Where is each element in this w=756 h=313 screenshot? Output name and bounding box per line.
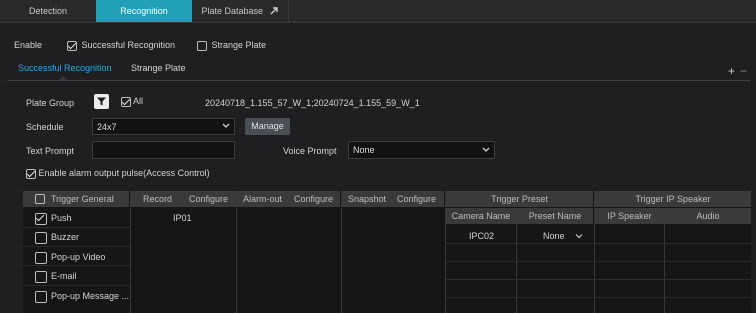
alarm-out-header: Alarm-out Configure — [237, 191, 340, 207]
tab-plate-database-label: Plate Database — [201, 6, 264, 16]
external-link-icon — [270, 1, 279, 15]
audio-header: Audio — [665, 208, 751, 224]
manage-button[interactable]: Manage — [245, 118, 290, 135]
schedule-select[interactable]: 24x7 — [92, 118, 235, 135]
filter-icon[interactable] — [94, 94, 109, 109]
checkbox-icon — [67, 40, 77, 51]
preset-name-select[interactable]: None — [543, 231, 583, 242]
schedule-label: Schedule — [26, 122, 64, 132]
row-divider — [23, 227, 130, 228]
record-header: Record Configure — [131, 191, 236, 207]
preset-name-value: None — [543, 231, 565, 241]
text-prompt-label: Text Prompt — [26, 146, 75, 156]
all-checkbox[interactable]: All — [121, 96, 143, 107]
checkbox-icon — [35, 271, 47, 283]
strange-plate-checkbox[interactable]: Strange Plate — [197, 40, 266, 51]
plate-group-label: Plate Group — [26, 98, 75, 108]
remove-button[interactable]: − — [740, 64, 747, 78]
all-label: All — [133, 96, 144, 106]
trigger-general-item-label: Pop-up Message ... — [51, 291, 130, 302]
trigger-general-item-label: E-mail — [51, 271, 77, 282]
chevron-down-icon — [222, 119, 230, 138]
successful-recognition-label: Successful Recognition — [81, 40, 176, 50]
checkbox-icon — [197, 40, 207, 51]
alarm-pulse-checkbox[interactable]: Enable alarm output pulse(Access Control… — [26, 168, 210, 179]
successful-recognition-checkbox[interactable]: Successful Recognition — [67, 40, 175, 51]
checkbox-icon — [26, 168, 36, 179]
record-configure-link[interactable]: Configure — [189, 194, 228, 204]
preset-name-header: Preset Name — [517, 208, 593, 224]
voice-prompt-select[interactable]: None — [348, 141, 495, 159]
row-divider — [446, 243, 751, 244]
trigger-general-header: Trigger General — [23, 191, 129, 207]
row-divider — [446, 261, 751, 262]
ip-speaker-header: IP Speaker — [595, 208, 664, 224]
trigger-ip-speaker-header: Trigger IP Speaker — [595, 191, 751, 207]
trigger-preset-header: Trigger Preset — [446, 191, 593, 207]
subtab-divider — [7, 80, 750, 81]
text-prompt-input[interactable] — [92, 141, 235, 159]
trigger-general-label: Trigger General — [51, 194, 114, 204]
column-divider — [130, 191, 131, 313]
chevron-down-icon — [575, 232, 583, 242]
plate-groups-value: 20240718_1.155_57_W_1;20240724_1.155_59_… — [205, 98, 420, 108]
checkbox-icon — [35, 291, 47, 303]
chevron-down-icon — [482, 143, 490, 162]
column-divider — [445, 191, 446, 313]
preset-camera-name: IPC02 — [469, 231, 495, 241]
record-label: Record — [143, 194, 173, 204]
row-divider — [23, 265, 130, 266]
strange-plate-label: Strange Plate — [211, 40, 267, 50]
alarm-pulse-label: Enable alarm output pulse(Access Control… — [38, 168, 210, 178]
subtab-strange-plate[interactable]: Strange Plate — [131, 63, 186, 73]
subtab-successful-recognition[interactable]: Successful Recognition — [18, 63, 112, 73]
trigger-general-item[interactable]: Pop-up Video — [35, 252, 105, 264]
trigger-general-item-label: Pop-up Video — [51, 252, 106, 263]
tab-recognition[interactable]: Recognition — [96, 0, 192, 22]
trigger-general-item-label: Buzzer — [51, 232, 80, 243]
checkbox-icon — [121, 96, 131, 107]
trigger-general-item[interactable]: Buzzer — [35, 232, 79, 244]
column-divider — [341, 191, 342, 313]
tab-recognition-label: Recognition — [120, 6, 168, 16]
camera-name-header: Camera Name — [446, 208, 516, 224]
trigger-general-item[interactable]: Pop-up Message ... — [35, 291, 129, 303]
tab-detection[interactable]: Detection — [0, 0, 97, 22]
tab-detection-label: Detection — [28, 6, 68, 16]
column-divider — [236, 191, 237, 313]
voice-prompt-label: Voice Prompt — [283, 146, 337, 156]
trigger-general-item-label: Push — [51, 213, 72, 224]
schedule-value: 24x7 — [97, 122, 117, 132]
row-divider — [23, 285, 130, 286]
column-divider — [594, 191, 595, 313]
add-button[interactable]: + — [728, 64, 735, 78]
row-divider — [446, 279, 751, 280]
tab-plate-database[interactable]: Plate Database — [192, 0, 289, 22]
record-camera-value: IP01 — [173, 213, 192, 223]
alarm-out-configure-link[interactable]: Configure — [294, 194, 333, 204]
trigger-general-item[interactable]: Push — [35, 213, 72, 225]
row-divider — [446, 297, 751, 298]
snapshot-header: Snapshot Configure — [342, 191, 444, 207]
trigger-general-item[interactable]: E-mail — [35, 271, 77, 283]
enable-label: Enable — [14, 40, 43, 50]
snapshot-label: Snapshot — [348, 194, 387, 204]
voice-prompt-value: None — [353, 145, 375, 155]
snapshot-configure-link[interactable]: Configure — [397, 194, 436, 204]
checkbox-icon — [35, 213, 47, 225]
checkbox-icon[interactable] — [35, 194, 45, 204]
row-divider — [23, 246, 130, 247]
checkbox-icon — [35, 232, 47, 244]
alarm-out-label: Alarm-out — [243, 194, 283, 204]
checkbox-icon — [35, 252, 47, 264]
